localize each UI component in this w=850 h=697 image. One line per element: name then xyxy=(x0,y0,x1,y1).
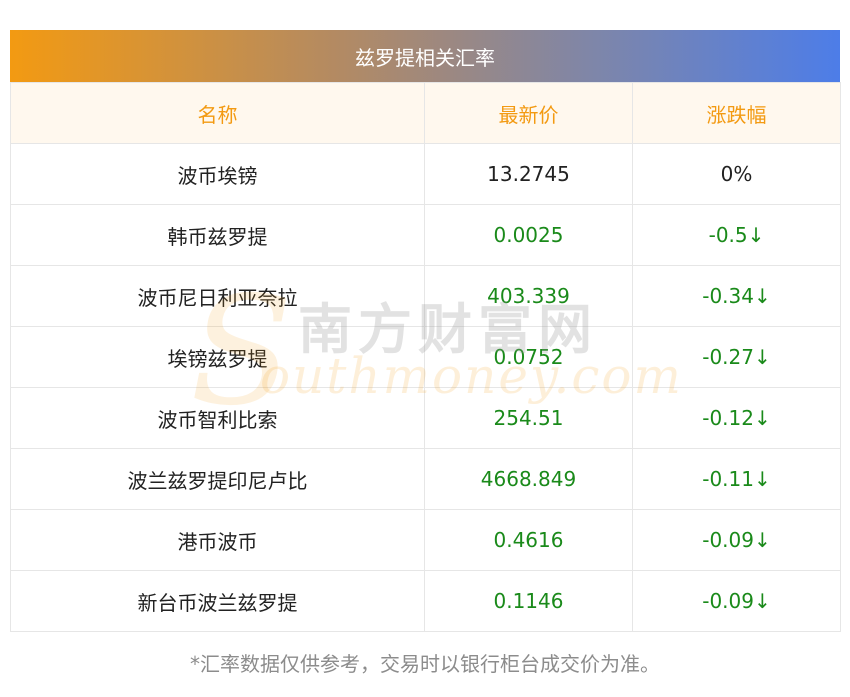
table-row: 波币智利比索 254.51 -0.12↓ xyxy=(10,387,841,449)
table-row: 新台币波兰兹罗提 0.1146 -0.09↓ xyxy=(10,570,841,632)
change-percent: -0.09↓ xyxy=(632,509,841,571)
column-header-name: 名称 xyxy=(10,82,425,144)
column-header-change: 涨跌幅 xyxy=(632,82,841,144)
latest-price: 4668.849 xyxy=(424,448,633,510)
currency-pair-name: 波币智利比索 xyxy=(10,387,425,449)
latest-price: 13.2745 xyxy=(424,143,633,205)
latest-price: 403.339 xyxy=(424,265,633,327)
currency-pair-name: 波兰兹罗提印尼卢比 xyxy=(10,448,425,510)
currency-pair-name: 港币波币 xyxy=(10,509,425,571)
table-row: 韩币兹罗提 0.0025 -0.5↓ xyxy=(10,204,841,266)
table-row: 波兰兹罗提印尼卢比 4668.849 -0.11↓ xyxy=(10,448,841,510)
table-row: 埃镑兹罗提 0.0752 -0.27↓ xyxy=(10,326,841,388)
change-percent: -0.27↓ xyxy=(632,326,841,388)
latest-price: 0.0752 xyxy=(424,326,633,388)
latest-price: 0.0025 xyxy=(424,204,633,266)
change-percent: -0.12↓ xyxy=(632,387,841,449)
column-header-price: 最新价 xyxy=(424,82,633,144)
rates-table: 名称 最新价 涨跌幅 波币埃镑 13.2745 0% 韩币兹罗提 0.0025 -0.5↓… xyxy=(10,82,841,632)
table-row: 波币埃镑 13.2745 0% xyxy=(10,143,841,205)
latest-price: 0.1146 xyxy=(424,570,633,632)
change-percent: -0.5↓ xyxy=(632,204,841,266)
currency-pair-name: 波币埃镑 xyxy=(10,143,425,205)
table-row: 港币波币 0.4616 -0.09↓ xyxy=(10,509,841,571)
currency-pair-name: 波币尼日利亚奈拉 xyxy=(10,265,425,327)
change-percent: 0% xyxy=(632,143,841,205)
change-percent: -0.09↓ xyxy=(632,570,841,632)
footnote: *汇率数据仅供参考，交易时以银行柜台成交价为准。 xyxy=(190,652,660,676)
currency-pair-name: 新台币波兰兹罗提 xyxy=(10,570,425,632)
table-row: 波币尼日利亚奈拉 403.339 -0.34↓ xyxy=(10,265,841,327)
change-percent: -0.34↓ xyxy=(632,265,841,327)
currency-pair-name: 埃镑兹罗提 xyxy=(10,326,425,388)
table-header-row: 名称 最新价 涨跌幅 xyxy=(10,82,841,144)
latest-price: 0.4616 xyxy=(424,509,633,571)
rates-table-container: 兹罗提相关汇率 名称 最新价 涨跌幅 波币埃镑 13.2745 0% 韩币兹罗提 0.0… xyxy=(10,30,841,632)
change-percent: -0.11↓ xyxy=(632,448,841,510)
currency-pair-name: 韩币兹罗提 xyxy=(10,204,425,266)
latest-price: 254.51 xyxy=(424,387,633,449)
table-title: 兹罗提相关汇率 xyxy=(10,30,840,82)
